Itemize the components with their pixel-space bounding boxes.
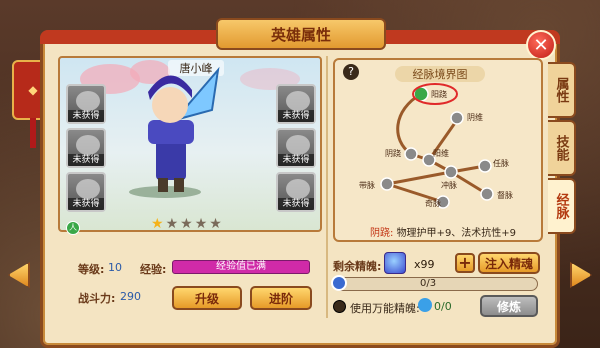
tassel-icon bbox=[30, 118, 36, 148]
universal-essence-icon bbox=[418, 298, 432, 312]
node-label-chongmai: 冲脉 bbox=[441, 180, 457, 190]
node-label-qimai: 奇脉 bbox=[425, 198, 441, 208]
node-label-yinwei: 阴维 bbox=[467, 112, 483, 122]
divider bbox=[326, 56, 328, 318]
close-icon: ✕ bbox=[533, 34, 549, 56]
tab-skills[interactable]: 技能 bbox=[548, 120, 576, 176]
game-stage: ◆ 英雄属性 ✕ 属性 技能 经脉 唐小峰 未获得 未获得 未获得 未获得 未获… bbox=[0, 0, 600, 348]
exp-bar: 经验值已满 bbox=[172, 260, 310, 274]
bracelet-icon bbox=[286, 135, 310, 155]
helmet-icon bbox=[76, 91, 100, 111]
essence-count: x99 bbox=[414, 258, 435, 271]
node-label-yangwei: 阳维 bbox=[433, 148, 449, 158]
level-label: 等级: bbox=[78, 263, 105, 276]
advance-button[interactable]: 进阶 bbox=[250, 286, 312, 310]
ring-icon bbox=[286, 91, 310, 111]
boots-icon bbox=[286, 179, 310, 199]
equip-slot-helmet[interactable]: 未获得 bbox=[66, 84, 106, 124]
effect-text: 物理护甲+9、法术抗性+9 bbox=[396, 228, 517, 239]
cultivate-button[interactable]: 修炼 bbox=[480, 295, 538, 317]
upgrade-button[interactable]: 升级 bbox=[172, 286, 242, 310]
effect-name: 阴跷: bbox=[370, 228, 394, 239]
help-icon[interactable]: ? bbox=[343, 64, 359, 80]
equip-slot-boots[interactable]: 未获得 bbox=[276, 172, 316, 212]
star-icon: ★ bbox=[209, 216, 222, 232]
equip-slot-bracelet[interactable]: 未获得 bbox=[276, 128, 316, 168]
faction-badge: 人 bbox=[66, 221, 80, 235]
meridian-graph: 阳跷 阴维 阴跷 阳维 任脉 带脉 冲脉 督脉 奇脉 bbox=[359, 83, 513, 209]
equip-slot-necklace[interactable]: 未获得 bbox=[66, 172, 106, 212]
equip-slot-armor[interactable]: 未获得 bbox=[66, 128, 106, 168]
hero-figure bbox=[129, 66, 220, 198]
universal-essence-value: 0/0 bbox=[434, 300, 452, 313]
essence-label: 剩余精魄: bbox=[333, 260, 382, 273]
star-icon: ★ bbox=[165, 216, 179, 232]
progress-icon bbox=[331, 275, 347, 291]
tab-meridian[interactable]: 经脉 bbox=[548, 178, 576, 234]
star-icon: ★ bbox=[151, 216, 164, 232]
meridian-effect: 阴跷: 物理护甲+9、法术抗性+9 bbox=[370, 224, 516, 239]
window-title: 英雄属性 bbox=[216, 18, 386, 50]
add-essence-button[interactable]: + bbox=[455, 253, 475, 273]
close-button[interactable]: ✕ bbox=[526, 30, 556, 60]
node-label-daimai: 带脉 bbox=[359, 180, 375, 190]
node-label-renmai: 任脉 bbox=[493, 158, 509, 168]
star-icon: ★ bbox=[180, 216, 193, 232]
use-universal-label: 使用万能精魄: bbox=[350, 302, 420, 315]
essence-icon bbox=[384, 252, 406, 274]
star-icon: ★ bbox=[194, 216, 208, 232]
inject-essence-button[interactable]: 注入精魂 bbox=[478, 252, 540, 274]
equip-slot-ring[interactable]: 未获得 bbox=[276, 84, 316, 124]
node-label-yangqiao: 阳跷 bbox=[431, 89, 447, 99]
star-rating: ★ ★ ★ ★ ★ bbox=[151, 216, 222, 232]
necklace-icon bbox=[76, 179, 100, 199]
use-universal-essence-checkbox[interactable] bbox=[333, 300, 346, 313]
power-value: 290 bbox=[120, 290, 141, 303]
level-value: 10 bbox=[108, 261, 122, 274]
node-label-yinqiao: 阴跷 bbox=[385, 148, 401, 158]
armor-icon bbox=[76, 135, 100, 155]
progress-text: 0/3 bbox=[420, 278, 437, 289]
tab-attributes[interactable]: 属性 bbox=[548, 62, 576, 118]
node-label-dumai: 督脉 bbox=[497, 190, 513, 200]
exp-label: 经验: bbox=[140, 263, 167, 276]
power-label: 战斗力: bbox=[78, 292, 116, 305]
